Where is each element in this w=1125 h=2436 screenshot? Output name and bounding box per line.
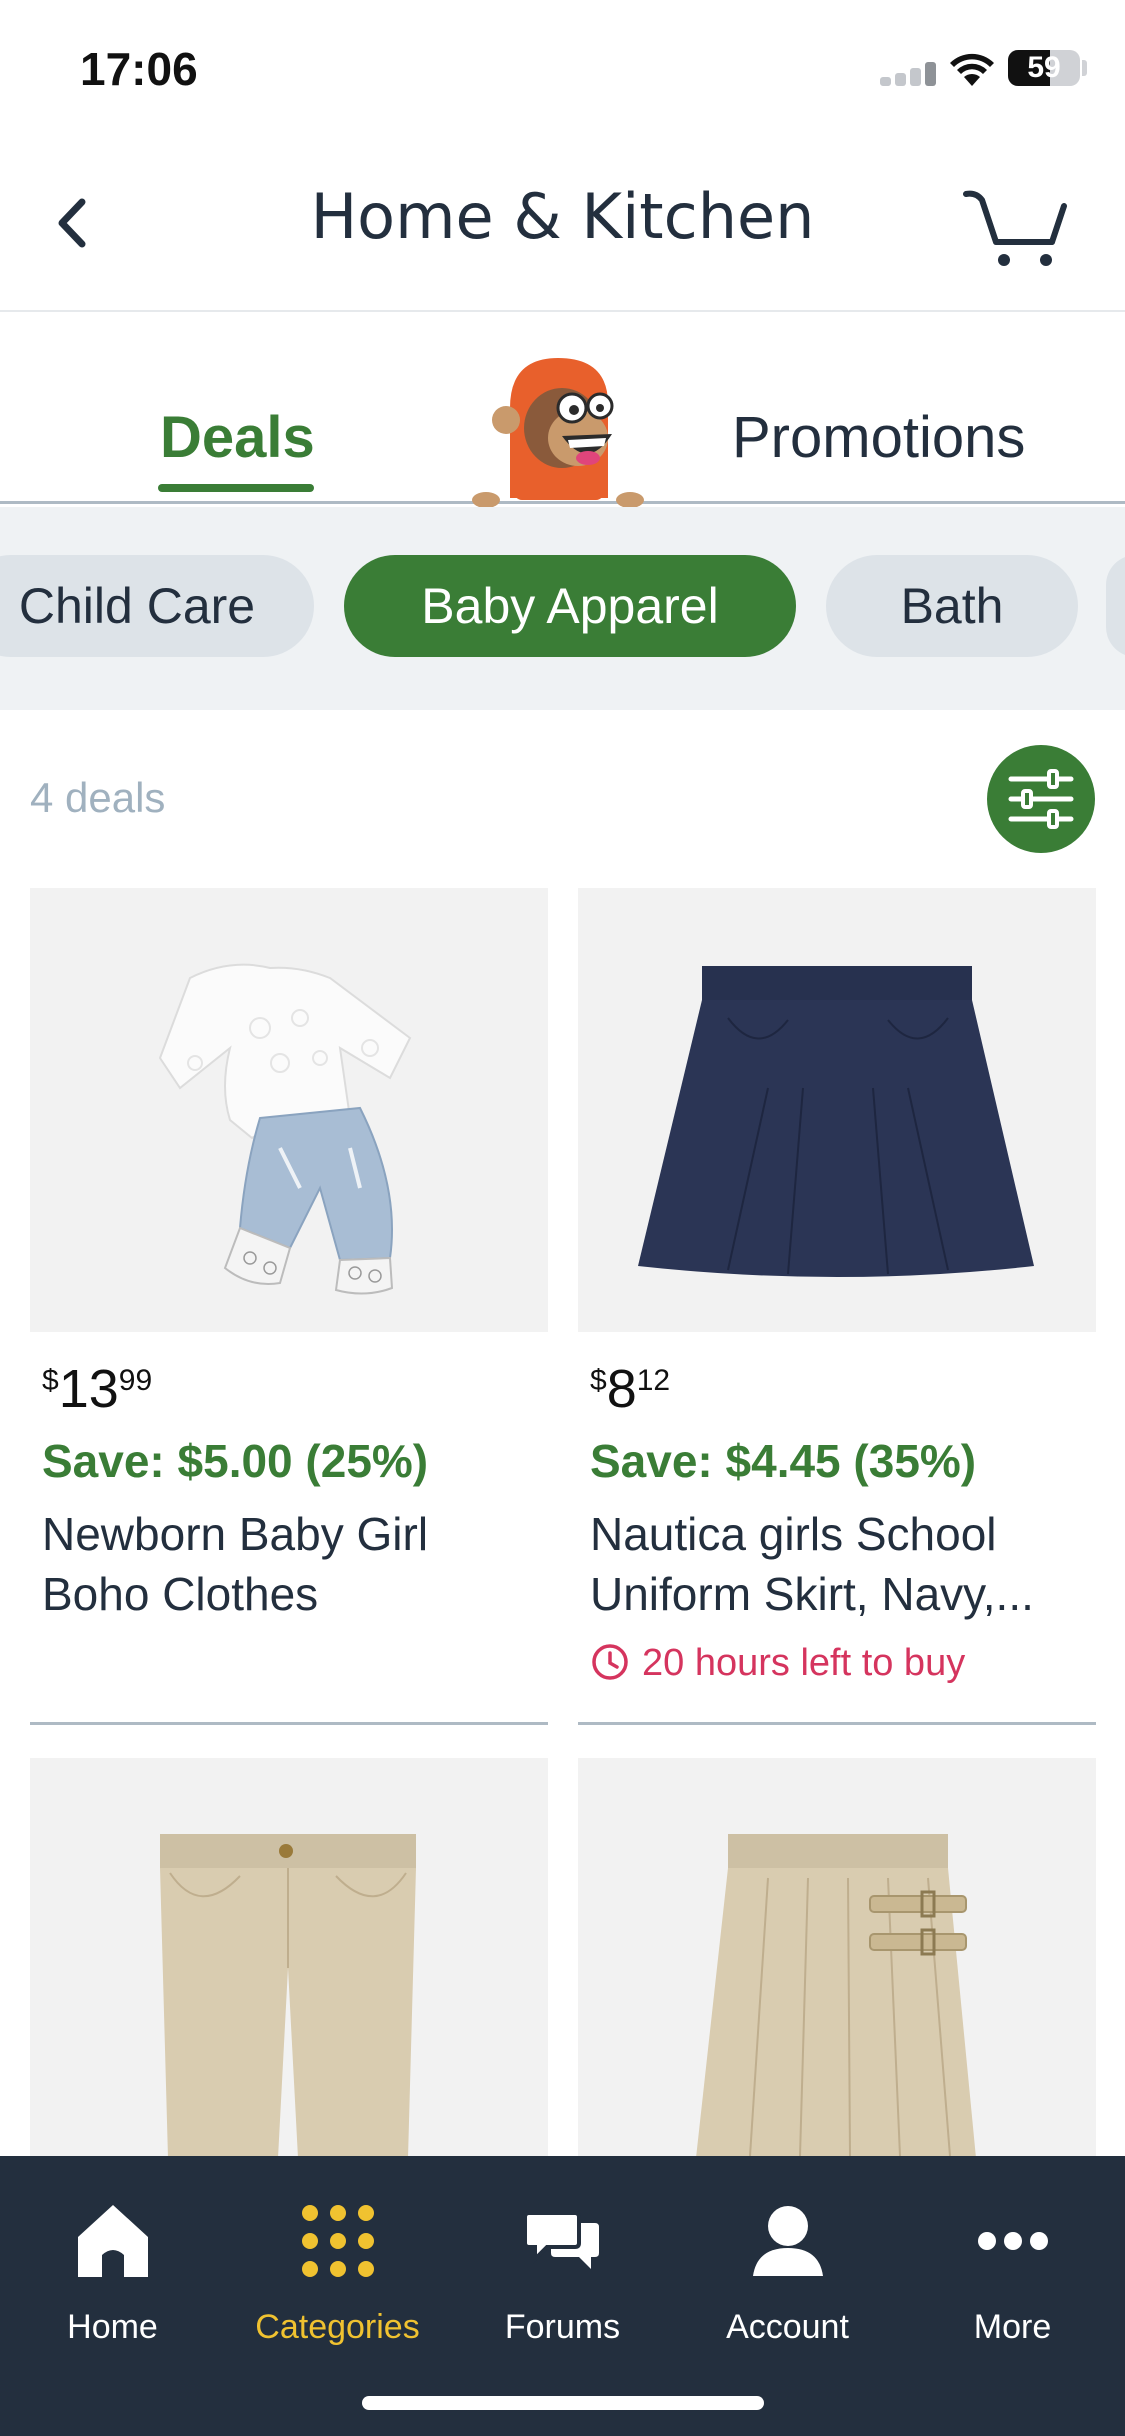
filter-sliders-icon: [1008, 769, 1074, 829]
product-image[interactable]: [30, 1758, 548, 2202]
battery-percent: 59: [1027, 51, 1061, 84]
nav-account[interactable]: Account: [675, 2196, 900, 2347]
deals-tab-bar: Deals Promotions: [0, 312, 1125, 508]
nav-label: Forums: [504, 2308, 621, 2346]
deals-count: 4 deals: [30, 774, 166, 821]
card-divider: [578, 1722, 1096, 1725]
wifi-icon: [950, 53, 994, 86]
chip-child-care[interactable]: Child Care: [0, 555, 314, 657]
home-icon: [77, 2205, 148, 2277]
grid-icon: [301, 2205, 374, 2277]
chat-icon: [524, 2211, 599, 2269]
nav-forums[interactable]: Forums: [450, 2196, 675, 2347]
card-divider: [30, 1722, 548, 1725]
chip-baby-apparel[interactable]: Baby Apparel: [344, 555, 796, 657]
deal-timer: 20 hours left to buy: [590, 1642, 965, 1685]
product-title-line: Nautica girls School: [590, 1508, 997, 1560]
more-icon: [977, 2232, 1048, 2250]
nav-label: Categories: [255, 2308, 420, 2346]
page-title: Home & Kitchen: [310, 180, 815, 253]
product-title[interactable]: Nautica girls School Uniform Skirt, Navy…: [590, 1504, 1090, 1624]
status-time: 17:06: [80, 43, 198, 95]
product-title-line: Uniform Skirt, Navy,...: [590, 1568, 1034, 1620]
home-indicator[interactable]: [362, 2396, 764, 2410]
chip-bath[interactable]: Bath: [826, 555, 1078, 657]
filter-button[interactable]: [987, 745, 1095, 853]
tab-deals[interactable]: Deals: [160, 404, 315, 471]
product-savings: Save: $4.45 (35%): [590, 1435, 977, 1487]
cellular-signal-icon: [880, 62, 936, 86]
nav-label: Home: [67, 2308, 158, 2346]
nav-label: More: [973, 2308, 1052, 2346]
nav-more[interactable]: More: [900, 2196, 1125, 2347]
nav-categories[interactable]: Categories: [225, 2196, 450, 2347]
person-icon: [752, 2206, 823, 2276]
battery-icon: 59: [1008, 50, 1080, 86]
top-header: Home & Kitchen: [0, 140, 1125, 312]
cart-icon[interactable]: [960, 180, 1070, 270]
khaki-shorts-image: [160, 1834, 416, 2158]
monkey-mascot-icon: [472, 358, 644, 508]
clock-icon: [592, 1644, 628, 1680]
khaki-pleated-skirt-image: [696, 1834, 976, 2158]
product-image[interactable]: [578, 1758, 1096, 2202]
deal-timer-text: 20 hours left to buy: [642, 1642, 966, 1684]
navy-skirt-image: [638, 966, 1034, 1277]
nav-label: Account: [726, 2308, 849, 2346]
chip-next-partial[interactable]: [1106, 555, 1125, 657]
product-image[interactable]: [30, 888, 548, 1332]
battery-tip: [1082, 60, 1087, 76]
active-tab-indicator: [158, 484, 314, 492]
tab-promotions[interactable]: Promotions: [732, 404, 1025, 471]
nav-home[interactable]: Home: [0, 2196, 225, 2347]
product-price: $1399: [42, 1359, 153, 1419]
category-chip-row: Child Care Baby Apparel Bath: [0, 507, 1125, 710]
product-title[interactable]: Newborn Baby Girl Boho Clothes: [42, 1504, 542, 1624]
product-image[interactable]: [578, 888, 1096, 1332]
status-bar: 17:06 59: [0, 0, 1125, 140]
product-savings: Save: $5.00 (25%): [42, 1435, 429, 1487]
product-price: $812: [590, 1359, 671, 1419]
bottom-tab-bar: Home Categories Forums Account More: [0, 2156, 1125, 2436]
baby-boho-outfit-image: [158, 963, 412, 1295]
